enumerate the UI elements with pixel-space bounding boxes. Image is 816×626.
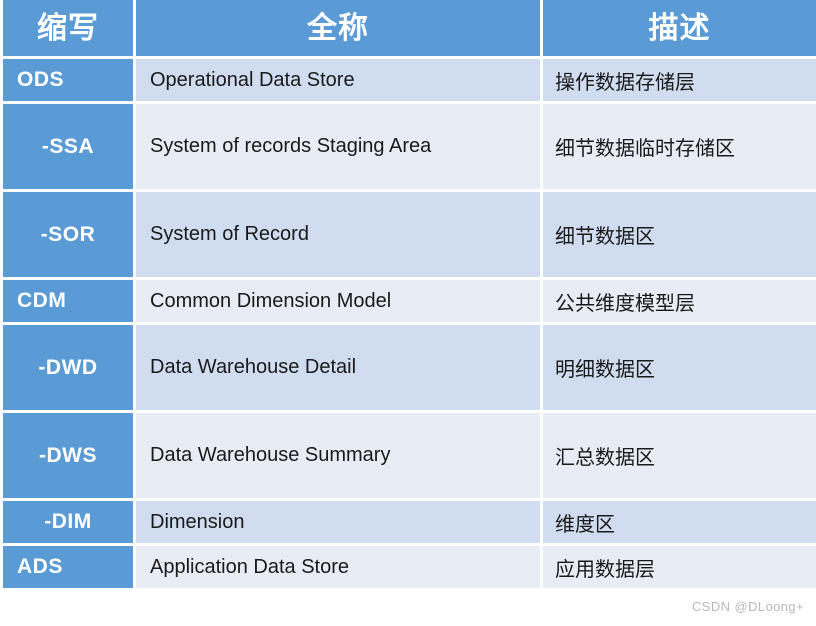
cell-full-name: System of Record [136, 192, 543, 280]
cell-description: 明细数据区 [543, 325, 816, 413]
table-row: ODS Operational Data Store 操作数据存储层 [0, 59, 816, 104]
column-header-abbreviation: 缩写 [0, 0, 136, 59]
cell-full-name: Common Dimension Model [136, 280, 543, 325]
cell-description: 汇总数据区 [543, 413, 816, 501]
table-row: -DWS Data Warehouse Summary 汇总数据区 [0, 413, 816, 501]
cell-abbreviation: ODS [0, 59, 136, 104]
table-row: ADS Application Data Store 应用数据层 [0, 546, 816, 591]
cell-abbreviation: -DWS [0, 413, 136, 501]
column-header-description-label: 描述 [648, 11, 711, 45]
cell-description: 公共维度模型层 [543, 280, 816, 325]
cell-abbreviation: -DWD [0, 325, 136, 413]
cell-description: 操作数据存储层 [543, 59, 816, 104]
column-header-full-name: 全称 [136, 0, 543, 59]
table-row: -DWD Data Warehouse Detail 明细数据区 [0, 325, 816, 413]
cell-full-name: Dimension [136, 501, 543, 546]
table-row: -SSA System of records Staging Area 细节数据… [0, 104, 816, 192]
cell-description: 细节数据临时存储区 [543, 104, 816, 192]
cell-full-name: Operational Data Store [136, 59, 543, 104]
table-row: CDM Common Dimension Model 公共维度模型层 [0, 280, 816, 325]
column-header-abbreviation-label: 缩写 [37, 11, 99, 45]
cell-abbreviation: ADS [0, 546, 136, 591]
cell-abbreviation: -DIM [0, 501, 136, 546]
data-layer-table: 缩写 全称 描述 ODS Operational Data Store 操作数据… [0, 0, 816, 591]
table-row: -SOR System of Record 细节数据区 [0, 192, 816, 280]
cell-description: 维度区 [543, 501, 816, 546]
cell-full-name: System of records Staging Area [136, 104, 543, 192]
cell-abbreviation: -SOR [0, 192, 136, 280]
column-header-description: 描述 [543, 0, 816, 59]
cell-description: 细节数据区 [543, 192, 816, 280]
cell-abbreviation: CDM [0, 280, 136, 325]
cell-abbreviation: -SSA [0, 104, 136, 192]
watermark-text: CSDN @DLoong+ [692, 599, 804, 614]
table-header-row: 缩写 全称 描述 [0, 0, 816, 59]
column-header-full-name-label: 全称 [307, 11, 369, 45]
table-row: -DIM Dimension 维度区 [0, 501, 816, 546]
abbreviation-reference-table: 缩写 全称 描述 ODS Operational Data Store 操作数据… [0, 0, 816, 600]
cell-full-name: Application Data Store [136, 546, 543, 591]
cell-description: 应用数据层 [543, 546, 816, 591]
cell-full-name: Data Warehouse Summary [136, 413, 543, 501]
cell-full-name: Data Warehouse Detail [136, 325, 543, 413]
